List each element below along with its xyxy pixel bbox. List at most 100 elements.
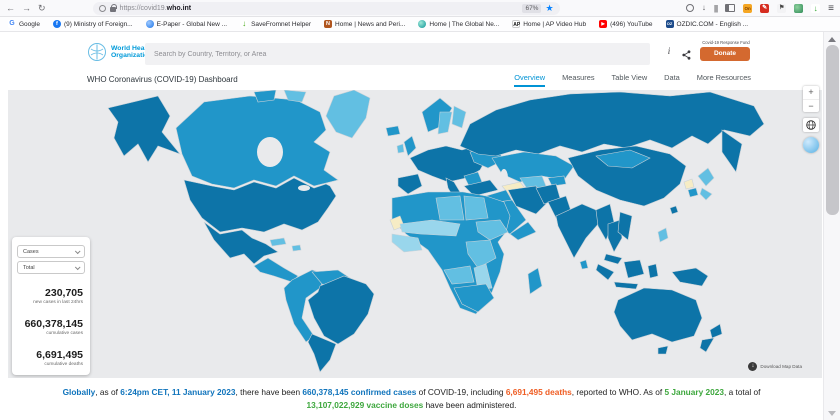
bookmarks-bar: GGoogle f(9) Ministry of Foreign... E-Pape… xyxy=(0,17,840,32)
period-select[interactable]: Total xyxy=(17,261,85,274)
extension-savefrom-icon[interactable]: ↓ xyxy=(811,4,820,13)
period-select-value: Total xyxy=(23,265,35,271)
map-region-sulawesi[interactable] xyxy=(648,264,658,278)
bookmark-item[interactable]: f(9) Ministry of Foreign... xyxy=(53,20,133,28)
news-icon: N xyxy=(324,20,332,28)
caspian-sea xyxy=(500,169,508,187)
map-region-south-korea[interactable] xyxy=(688,188,698,197)
scroll-up-icon[interactable] xyxy=(828,37,836,42)
map-region-hispaniola[interactable] xyxy=(292,245,301,251)
page-content: World Health Organization i Covid-19 Res… xyxy=(0,32,823,420)
download-map-data[interactable]: ↓ Download Map Data xyxy=(748,362,802,371)
library-icon[interactable]: ||| xyxy=(714,4,717,13)
map-region-egypt[interactable] xyxy=(464,196,488,220)
lock-icon[interactable] xyxy=(110,7,116,12)
stat-item: 230,705new cases in last 24hrs xyxy=(12,287,90,305)
bookmark-item[interactable]: E-Paper - Global New ... xyxy=(146,20,227,28)
dashboard-header: WHO Coronavirus (COVID-19) Dashboard Ove… xyxy=(0,68,823,90)
tab-data[interactable]: Data xyxy=(664,73,680,87)
stats-panel: Cases Total 230,705new cases in last 24h… xyxy=(12,237,90,375)
extension-flag-icon[interactable]: ⚑ xyxy=(777,4,786,13)
map-projection-button[interactable] xyxy=(803,118,819,132)
extension-globe-icon[interactable] xyxy=(794,4,803,13)
donate-button[interactable]: Donate xyxy=(700,47,750,61)
fund-label: Covid-19 Response Fund xyxy=(700,40,752,45)
summary-footer: Globally, as of 6:24pm CET, 11 January 2… xyxy=(0,378,823,420)
page-scrollbar[interactable] xyxy=(823,32,840,420)
world-map[interactable]: + − Cases Total 230,705new cases i xyxy=(8,90,822,378)
tab-measures[interactable]: Measures xyxy=(562,73,594,87)
who-logo[interactable]: World Health Organization xyxy=(87,42,153,62)
ap-icon: AP xyxy=(512,20,520,28)
bookmark-item[interactable]: APHome | AP Video Hub xyxy=(512,20,586,28)
summary-vaccine-segment[interactable]: 5 January 2023 xyxy=(664,387,724,397)
share-icon[interactable] xyxy=(682,47,691,65)
tracking-shield-icon[interactable] xyxy=(99,5,106,12)
summary-link-segment[interactable]: Globally xyxy=(63,387,96,397)
scroll-down-icon[interactable] xyxy=(828,411,836,416)
metric-select-value: Cases xyxy=(23,249,39,255)
bookmark-item[interactable]: OZOZDIC.COM - English ... xyxy=(666,20,749,28)
map-globe-view-button[interactable] xyxy=(803,137,819,153)
map-region-iceland[interactable] xyxy=(386,126,400,136)
summary-segment: , there have been xyxy=(236,387,303,397)
search-input[interactable] xyxy=(145,43,650,65)
summary-segment: , reported to WHO. As of xyxy=(572,387,665,397)
chevron-down-icon xyxy=(75,248,81,254)
tab-overview[interactable]: Overview xyxy=(514,73,545,87)
back-icon[interactable]: ← xyxy=(6,4,15,13)
globe-green-icon xyxy=(418,20,426,28)
map-zoom-out-button[interactable]: − xyxy=(803,99,819,112)
bookmark-item[interactable]: ↓SaveFromnet Helper xyxy=(240,20,311,28)
tab-table-view[interactable]: Table View xyxy=(612,73,648,87)
page-title: WHO Coronavirus (COVID-19) Dashboard xyxy=(87,75,238,84)
bookmark-label: Home | News and Peri... xyxy=(335,21,405,28)
stat-label: cumulative cases xyxy=(12,331,83,336)
choropleth-map[interactable] xyxy=(8,90,822,378)
site-header: World Health Organization i Covid-19 Res… xyxy=(0,40,823,68)
summary-link-segment[interactable]: 660,378,145 confirmed cases xyxy=(302,387,416,397)
map-zoom-in-button[interactable]: + xyxy=(803,86,819,99)
stat-item: 6,691,495cumulative deaths xyxy=(12,349,90,367)
summary-vaccine-segment[interactable]: 13,107,022,929 vaccine doses xyxy=(307,400,424,410)
map-region-arctic-islands[interactable] xyxy=(254,90,276,102)
map-region-ireland[interactable] xyxy=(397,144,404,153)
summary-deaths-segment[interactable]: 6,691,495 deaths xyxy=(506,387,572,397)
page-zoom-indicator[interactable]: 67% xyxy=(522,4,541,13)
great-lakes xyxy=(298,185,310,191)
metric-select[interactable]: Cases xyxy=(17,245,85,258)
who-emblem-icon xyxy=(87,42,107,62)
bookmark-label: (9) Ministry of Foreign... xyxy=(64,21,133,28)
download-label: Download Map Data xyxy=(760,364,802,369)
summary-link-segment[interactable]: 6:24pm CET, 11 January 2023 xyxy=(120,387,235,397)
sidebar-icon[interactable] xyxy=(725,4,735,12)
globe-blue-icon xyxy=(146,20,154,28)
summary-text: Globally, as of 6:24pm CET, 11 January 2… xyxy=(0,378,823,412)
map-region-canada[interactable] xyxy=(176,96,338,188)
url-prefix: https://covid19. xyxy=(120,5,167,12)
address-bar[interactable]: https://covid19.who.int 67% ★ xyxy=(93,2,560,15)
url-text[interactable]: https://covid19.who.int xyxy=(120,5,192,12)
bookmark-item[interactable]: ▶(496) YouTube xyxy=(599,20,652,28)
menu-icon[interactable]: ≡ xyxy=(828,3,834,14)
extension-screenshot-icon[interactable]: ✎ xyxy=(760,4,769,13)
extension-on-icon[interactable]: On xyxy=(743,4,752,13)
bookmark-item[interactable]: GGoogle xyxy=(8,20,40,28)
bookmark-item[interactable]: NHome | News and Peri... xyxy=(324,20,405,28)
dashboard-nav: Overview Measures Table View Data More Resou… xyxy=(514,73,751,87)
forward-icon[interactable]: → xyxy=(22,4,31,13)
scrollbar-thumb[interactable] xyxy=(826,45,839,215)
downloads-icon[interactable]: ↓ xyxy=(702,3,706,13)
summary-segment: , a total of xyxy=(724,387,760,397)
bookmark-star-icon[interactable]: ★ xyxy=(545,4,553,13)
stat-label: cumulative deaths xyxy=(12,362,83,367)
url-domain: who.int xyxy=(167,5,192,12)
reload-icon[interactable]: ↻ xyxy=(38,4,46,13)
bookmark-item[interactable]: Home | The Global Ne... xyxy=(418,20,499,28)
download-icon: ↓ xyxy=(748,362,757,371)
map-region-libya[interactable] xyxy=(436,196,464,220)
info-icon[interactable]: i xyxy=(662,46,676,56)
stat-value: 230,705 xyxy=(12,287,83,299)
tab-more-resources[interactable]: More Resources xyxy=(697,73,751,87)
pocket-icon[interactable] xyxy=(686,4,694,12)
